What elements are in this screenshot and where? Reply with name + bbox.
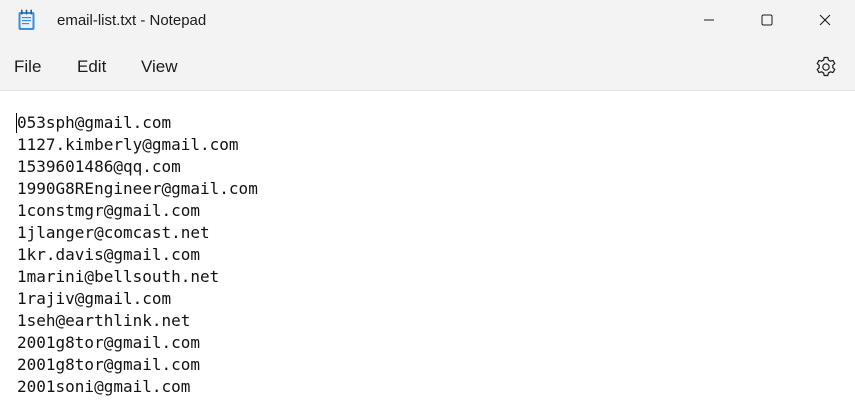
text-line[interactable]: 1kr.davis@gmail.com <box>17 244 258 266</box>
gear-icon[interactable] <box>814 55 838 79</box>
text-line[interactable]: 1539601486@qq.com <box>17 156 258 178</box>
notepad-icon <box>18 9 35 30</box>
menu-file[interactable]: File <box>14 57 41 77</box>
menu-view[interactable]: View <box>141 57 178 77</box>
text-line[interactable]: 1marini@bellsouth.net <box>17 266 258 288</box>
close-button[interactable] <box>796 0 854 40</box>
maximize-icon <box>761 14 773 26</box>
text-content[interactable]: 053sph@gmail.com 1127.kimberly@gmail.com… <box>17 112 258 398</box>
text-line[interactable]: 2001g8tor@gmail.com <box>17 332 258 354</box>
text-line[interactable]: 1seh@earthlink.net <box>17 310 258 332</box>
text-line[interactable]: 1rajiv@gmail.com <box>17 288 258 310</box>
menu-edit[interactable]: Edit <box>77 57 106 77</box>
text-editor[interactable]: 053sph@gmail.com 1127.kimberly@gmail.com… <box>0 91 855 400</box>
text-line[interactable]: 1constmgr@gmail.com <box>17 200 258 222</box>
notepad-window: email-list.txt - Notepad File Edit View <box>0 0 855 400</box>
text-line[interactable]: 1127.kimberly@gmail.com <box>17 134 258 156</box>
minimize-button[interactable] <box>680 0 738 40</box>
text-line[interactable]: 2001soni@gmail.com <box>17 376 258 398</box>
text-line[interactable]: 2001g8tor@gmail.com <box>17 354 258 376</box>
menu-bar: File Edit View <box>0 42 855 91</box>
text-line[interactable]: 053sph@gmail.com <box>17 112 258 134</box>
text-line[interactable]: 1990G8REngineer@gmail.com <box>17 178 258 200</box>
text-line[interactable]: 1jlanger@comcast.net <box>17 222 258 244</box>
window-title: email-list.txt - Notepad <box>57 12 207 29</box>
maximize-button[interactable] <box>738 0 796 40</box>
minimize-icon <box>704 19 714 21</box>
close-icon <box>819 14 831 26</box>
title-bar[interactable]: email-list.txt - Notepad <box>0 0 855 42</box>
